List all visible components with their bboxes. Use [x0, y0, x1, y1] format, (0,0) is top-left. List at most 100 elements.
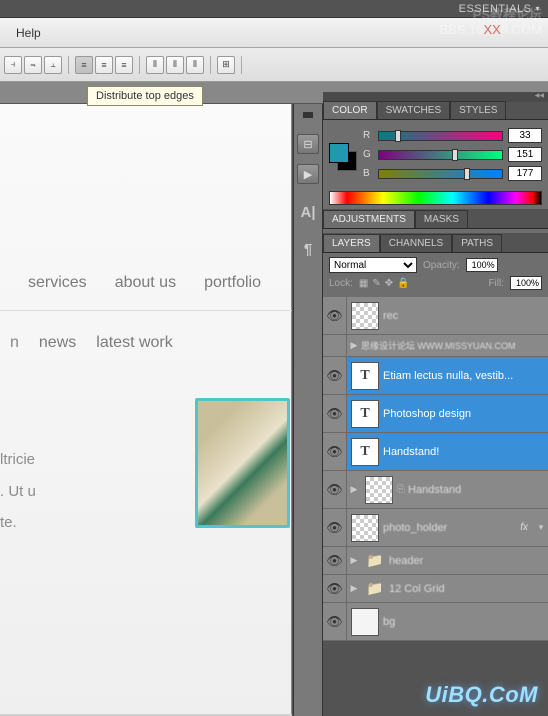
layer-row[interactable]: ▶ 思缘设计论坛 WWW.MISSYUAN.COM [323, 335, 548, 357]
fill-label: Fill: [488, 278, 504, 289]
b-slider[interactable] [378, 169, 503, 179]
panel-icon-1[interactable]: ⊟ [297, 134, 319, 154]
text-layer-icon: T [351, 438, 379, 466]
opacity-input[interactable] [466, 258, 498, 272]
layer-name[interactable]: rec [383, 310, 398, 322]
fx-badge[interactable]: fx [520, 522, 528, 533]
tab-paths[interactable]: PATHS [452, 234, 502, 252]
layer-name[interactable]: Photoshop design [383, 408, 471, 420]
layer-name[interactable]: Handstand [408, 484, 461, 496]
color-spectrum[interactable] [329, 191, 542, 205]
visibility-toggle[interactable]: 👁 [323, 357, 347, 394]
lock-label: Lock: [329, 278, 353, 289]
align-left-button[interactable]: ⫞ [4, 56, 22, 74]
color-panel-tabs: COLOR SWATCHES STYLES [323, 102, 548, 120]
visibility-toggle[interactable]: 👁 [323, 603, 347, 640]
expand-icon[interactable]: ▶ [347, 484, 361, 495]
expand-icon[interactable]: ▶ [347, 583, 361, 594]
expand-icon[interactable]: ▶ [347, 340, 361, 351]
tab-styles[interactable]: STYLES [450, 101, 506, 119]
visibility-toggle[interactable] [323, 335, 347, 356]
distribute-top-button[interactable]: ≡ [75, 56, 93, 74]
folder-icon [365, 552, 385, 570]
distribute-hcenter-button[interactable]: ⦀ [166, 56, 184, 74]
panel-icon-2[interactable]: ▶ [297, 164, 319, 184]
options-bar: ⫞ ⫬ ⫠ ≡ ≡ ≡ ⦀ ⦀ ⦀ ⊞ [0, 48, 548, 82]
layer-name[interactable]: 12 Col Grid [389, 583, 445, 595]
tab-swatches[interactable]: SWATCHES [377, 101, 451, 119]
layer-name[interactable]: bg [383, 616, 395, 628]
lock-position-icon[interactable]: ✥ [385, 278, 393, 289]
blend-mode-select[interactable]: Normal [329, 257, 417, 273]
tab-masks[interactable]: MASKS [415, 210, 468, 228]
hero-image [195, 398, 290, 528]
tab-layers[interactable]: LAYERS [323, 234, 380, 252]
layer-row[interactable]: 👁 T Photoshop design [323, 395, 548, 433]
visibility-toggle[interactable]: 👁 [323, 433, 347, 470]
layer-thumbnail[interactable] [365, 476, 393, 504]
folder-icon [365, 580, 385, 598]
fill-input[interactable] [510, 276, 542, 290]
auto-align-button[interactable]: ⊞ [217, 56, 235, 74]
layer-row[interactable]: 👁 T Handstand! [323, 433, 548, 471]
lock-transparency-icon[interactable]: ▦ [359, 278, 368, 289]
color-panel: R G B [323, 120, 548, 209]
layer-name[interactable]: Handstand! [383, 446, 439, 458]
distribute-vcenter-button[interactable]: ≡ [95, 56, 113, 74]
collapsed-panel-dock: ⊟ ▶ A| ¶ [293, 104, 323, 716]
layer-name[interactable]: Etiam lectus nulla, vestib... [383, 370, 513, 382]
layer-row[interactable]: 👁 ▶ 12 Col Grid [323, 575, 548, 603]
menu-help[interactable]: Help [8, 22, 49, 44]
layer-row[interactable]: 👁 rec [323, 297, 548, 335]
tab-channels[interactable]: CHANNELS [380, 234, 452, 252]
layers-controls: Normal Opacity: Lock: ▦ ✎ ✥ 🔒 Fill: [323, 253, 548, 297]
b-input[interactable] [508, 166, 542, 181]
layer-name[interactable]: header [389, 555, 423, 567]
g-slider[interactable] [378, 150, 503, 160]
character-panel-icon[interactable]: A| [300, 204, 315, 221]
expand-icon[interactable]: ▶ [347, 555, 361, 566]
expand-dock-button[interactable] [303, 112, 313, 118]
g-input[interactable] [508, 147, 542, 162]
layer-row[interactable]: 👁 T Etiam lectus nulla, vestib... [323, 357, 548, 395]
visibility-toggle[interactable]: 👁 [323, 395, 347, 432]
text-layer-icon: T [351, 400, 379, 428]
tab-adjustments[interactable]: ADJUSTMENTS [323, 210, 415, 228]
visibility-toggle[interactable]: 👁 [323, 297, 347, 334]
layer-row[interactable]: 👁 bg [323, 603, 548, 641]
layer-row[interactable]: 👁 ▶ ⎘ Handstand [323, 471, 548, 509]
layer-list: 👁 rec ▶ 思缘设计论坛 WWW.MISSYUAN.COM 👁 T Etia… [323, 297, 548, 641]
lock-pixels-icon[interactable]: ✎ [372, 278, 380, 289]
expand-icon[interactable]: ▾ [534, 522, 548, 533]
workspace-switcher[interactable]: ESSENTIALS [459, 3, 540, 15]
layer-thumbnail[interactable] [351, 608, 379, 636]
align-center-h-button[interactable]: ⫬ [24, 56, 42, 74]
visibility-toggle[interactable]: 👁 [323, 575, 347, 602]
nav-sub-n: n [10, 334, 19, 352]
color-swatches[interactable] [329, 143, 357, 171]
menu-bar: Help [0, 18, 548, 48]
foreground-color-swatch[interactable] [329, 143, 349, 163]
visibility-toggle[interactable]: 👁 [323, 471, 347, 508]
nav-main: services about us portfolio [0, 274, 261, 292]
distribute-bottom-button[interactable]: ≡ [115, 56, 133, 74]
distribute-left-button[interactable]: ⦀ [146, 56, 164, 74]
b-label: B [363, 168, 373, 179]
lock-all-icon[interactable]: 🔒 [397, 278, 409, 289]
paragraph-panel-icon[interactable]: ¶ [304, 241, 312, 258]
align-right-button[interactable]: ⫠ [44, 56, 62, 74]
document-canvas[interactable]: services about us portfolio n news lates… [0, 104, 292, 714]
layer-row[interactable]: 👁 ▶ header [323, 547, 548, 575]
layer-thumbnail[interactable] [351, 302, 379, 330]
layer-thumbnail[interactable] [351, 514, 379, 542]
nav-about: about us [115, 274, 176, 292]
layer-row[interactable]: 👁 photo_holder fx ▾ [323, 509, 548, 547]
distribute-right-button[interactable]: ⦀ [186, 56, 204, 74]
r-slider[interactable] [378, 131, 503, 141]
tab-color[interactable]: COLOR [323, 101, 377, 119]
r-input[interactable] [508, 128, 542, 143]
visibility-toggle[interactable]: 👁 [323, 547, 347, 574]
text-layer-icon: T [351, 362, 379, 390]
visibility-toggle[interactable]: 👁 [323, 509, 347, 546]
layer-name[interactable]: photo_holder [383, 522, 447, 534]
